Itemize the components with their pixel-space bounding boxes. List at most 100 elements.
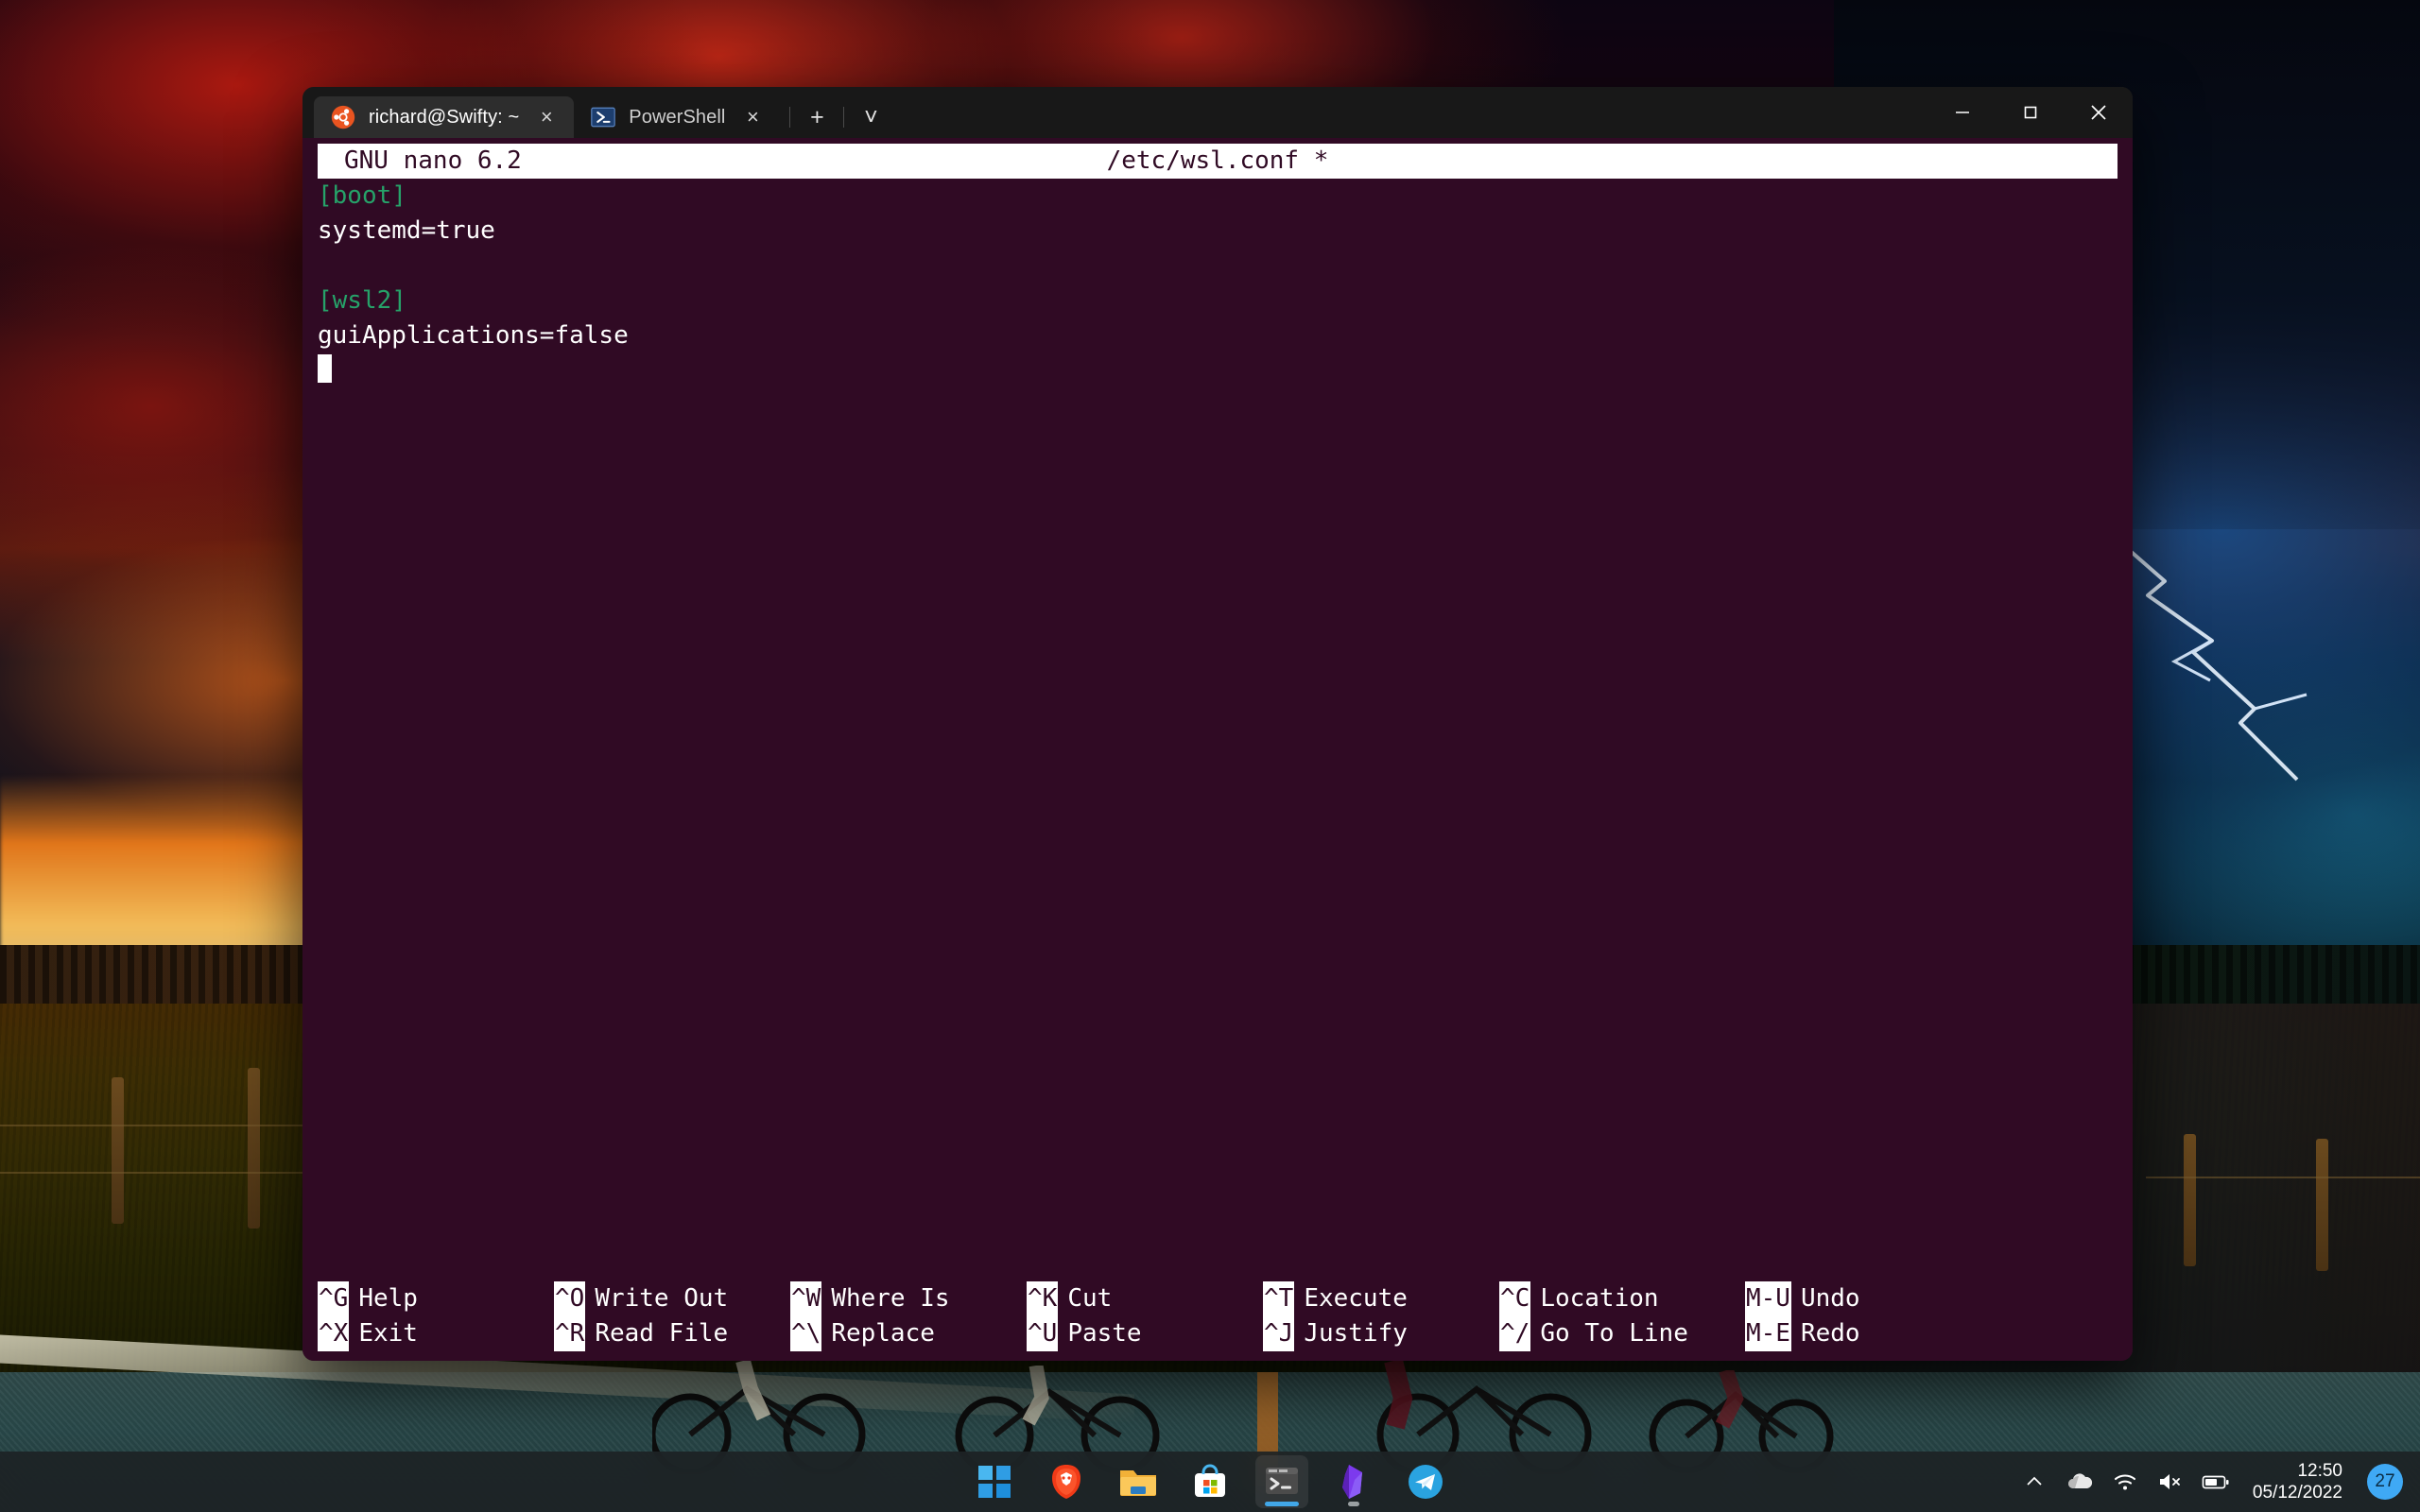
cloud-icon (2067, 1473, 2092, 1488)
shortcut-key: ^J (1263, 1316, 1295, 1351)
shortcut-key: M-E (1745, 1316, 1791, 1351)
shortcut-item[interactable]: ^U Paste (1027, 1316, 1263, 1351)
new-tab-button[interactable]: + (796, 98, 838, 136)
shortcut-item[interactable]: ^T Execute (1263, 1281, 1499, 1316)
taskbar-obsidian[interactable] (1327, 1455, 1380, 1508)
shortcut-item[interactable]: ^R Read File (554, 1316, 790, 1351)
taskbar-clock[interactable]: 12:50 05/12/2022 (2253, 1460, 2342, 1503)
clock-time: 12:50 (2297, 1461, 2342, 1481)
shortcut-key: ^\ (790, 1316, 822, 1351)
nano-shortcut-bar[interactable]: ^G Help ^X Exit ^O Write Out ^R Read Fil… (302, 1281, 2133, 1351)
active-indicator (1265, 1502, 1299, 1506)
telegram-icon (1409, 1465, 1443, 1499)
tab-close-button[interactable]: × (532, 107, 561, 128)
shortcut-item[interactable]: ^J Justify (1263, 1316, 1499, 1351)
windows-icon (978, 1466, 1011, 1498)
shortcut-label: Execute (1304, 1284, 1408, 1313)
taskbar-icon-group[interactable] (968, 1455, 1452, 1508)
system-tray[interactable]: 12:50 05/12/2022 27 (2020, 1452, 2403, 1512)
shortcut-column: ^G Help ^X Exit (318, 1281, 554, 1351)
shortcut-key: ^/ (1499, 1316, 1531, 1351)
shortcut-item[interactable]: ^G Help (318, 1281, 554, 1316)
editor-cursor-line (318, 353, 2118, 388)
close-button[interactable] (2065, 87, 2133, 138)
shortcut-key: ^G (318, 1281, 350, 1316)
tab-powershell[interactable]: PowerShell × (574, 96, 780, 138)
shortcut-key: ^W (790, 1281, 822, 1316)
brave-icon (1052, 1465, 1080, 1499)
shortcut-label: Replace (831, 1319, 935, 1348)
tray-overflow-button[interactable] (2020, 1468, 2048, 1496)
taskbar-file-explorer[interactable] (1112, 1455, 1165, 1508)
chevron-down-icon[interactable]: ˅ (850, 98, 891, 136)
shortcut-item[interactable]: ^O Write Out (554, 1281, 790, 1316)
fence-wire (2146, 1177, 2420, 1178)
fence-post (112, 1077, 124, 1224)
terminal-icon (1266, 1468, 1298, 1494)
shortcut-column: ^T Execute ^J Justify (1263, 1281, 1499, 1351)
lightning-icon (2125, 546, 2308, 782)
tab-close-button[interactable]: × (738, 107, 767, 128)
tab-actions[interactable]: + ˅ (780, 96, 891, 138)
shortcut-key: ^R (554, 1316, 586, 1351)
nano-filename-label: /etc/wsl.conf * (1106, 146, 1329, 175)
shortcut-label: Location (1540, 1284, 1659, 1313)
nano-editor[interactable]: GNU nano 6.2 /etc/wsl.conf * [boot] syst… (302, 138, 2133, 1361)
clock-date: 05/12/2022 (2252, 1483, 2342, 1503)
ubuntu-icon (331, 105, 355, 129)
shortcut-item[interactable]: ^X Exit (318, 1316, 554, 1351)
chevron-up-icon (2027, 1476, 2042, 1486)
minimize-button[interactable] (1928, 87, 1996, 138)
shortcut-column: ^W Where Is ^\ Replace (790, 1281, 1027, 1351)
tray-battery-button[interactable] (2202, 1468, 2230, 1496)
nano-text-area[interactable]: [boot] systemd=true [wsl2] guiApplicatio… (302, 179, 2133, 388)
tray-network-button[interactable] (2111, 1468, 2139, 1496)
shortcut-label: Read File (595, 1319, 729, 1348)
window-controls[interactable] (1928, 87, 2133, 138)
shortcut-item[interactable]: ^C Location (1499, 1281, 1745, 1316)
shortcut-label: Redo (1800, 1319, 1860, 1348)
tray-onedrive-button[interactable] (2066, 1468, 2094, 1496)
divider (843, 107, 845, 128)
tab-strip[interactable]: richard@Swifty: ~ × PowerShell × + ˅ (314, 87, 891, 138)
maximize-button[interactable] (1996, 87, 2065, 138)
shortcut-key: ^U (1027, 1316, 1059, 1351)
taskbar-telegram[interactable] (1399, 1455, 1452, 1508)
maximize-icon (2024, 106, 2037, 119)
fence-post (2184, 1134, 2196, 1266)
editor-line: [boot] (318, 179, 2118, 214)
shortcut-item[interactable]: ^K Cut (1027, 1281, 1263, 1316)
fence-post (248, 1068, 260, 1228)
taskbar-microsoft-store[interactable] (1184, 1455, 1236, 1508)
tab-label: PowerShell (629, 106, 726, 128)
tray-volume-button[interactable] (2156, 1468, 2185, 1496)
taskbar-windows-terminal[interactable] (1255, 1455, 1308, 1508)
divider (789, 107, 791, 128)
shortcut-item[interactable]: M-E Redo (1745, 1316, 1934, 1351)
tab-ubuntu[interactable]: richard@Swifty: ~ × (314, 96, 575, 138)
shortcut-column: ^C Location ^/ Go To Line (1499, 1281, 1745, 1351)
taskbar-brave-browser[interactable] (1040, 1455, 1093, 1508)
shortcut-key: ^T (1263, 1281, 1295, 1316)
text-cursor (318, 354, 332, 383)
editor-line: systemd=true (318, 216, 495, 245)
minimize-icon (1956, 112, 1969, 113)
shortcut-item[interactable]: ^\ Replace (790, 1316, 1027, 1351)
running-indicator (1348, 1502, 1359, 1506)
windows-taskbar[interactable]: 12:50 05/12/2022 27 (0, 1452, 2420, 1512)
windows-terminal-window[interactable]: richard@Swifty: ~ × PowerShell × + ˅ GNU… (302, 87, 2133, 1361)
shortcut-label: Justify (1304, 1319, 1408, 1348)
wifi-icon (2114, 1474, 2135, 1490)
tab-label: richard@Swifty: ~ (369, 106, 520, 128)
shortcut-label: Where Is (831, 1284, 950, 1313)
title-bar[interactable]: richard@Swifty: ~ × PowerShell × + ˅ (302, 87, 2133, 138)
shortcut-label: Write Out (595, 1284, 729, 1313)
shortcut-item[interactable]: ^/ Go To Line (1499, 1316, 1745, 1351)
shortcut-item[interactable]: ^W Where Is (790, 1281, 1027, 1316)
speaker-muted-icon (2159, 1474, 2180, 1489)
notification-badge[interactable]: 27 (2367, 1464, 2403, 1500)
editor-line: [wsl2] (318, 286, 406, 315)
shortcut-item[interactable]: M-U Undo (1745, 1281, 1934, 1316)
taskbar-start-button[interactable] (968, 1455, 1021, 1508)
